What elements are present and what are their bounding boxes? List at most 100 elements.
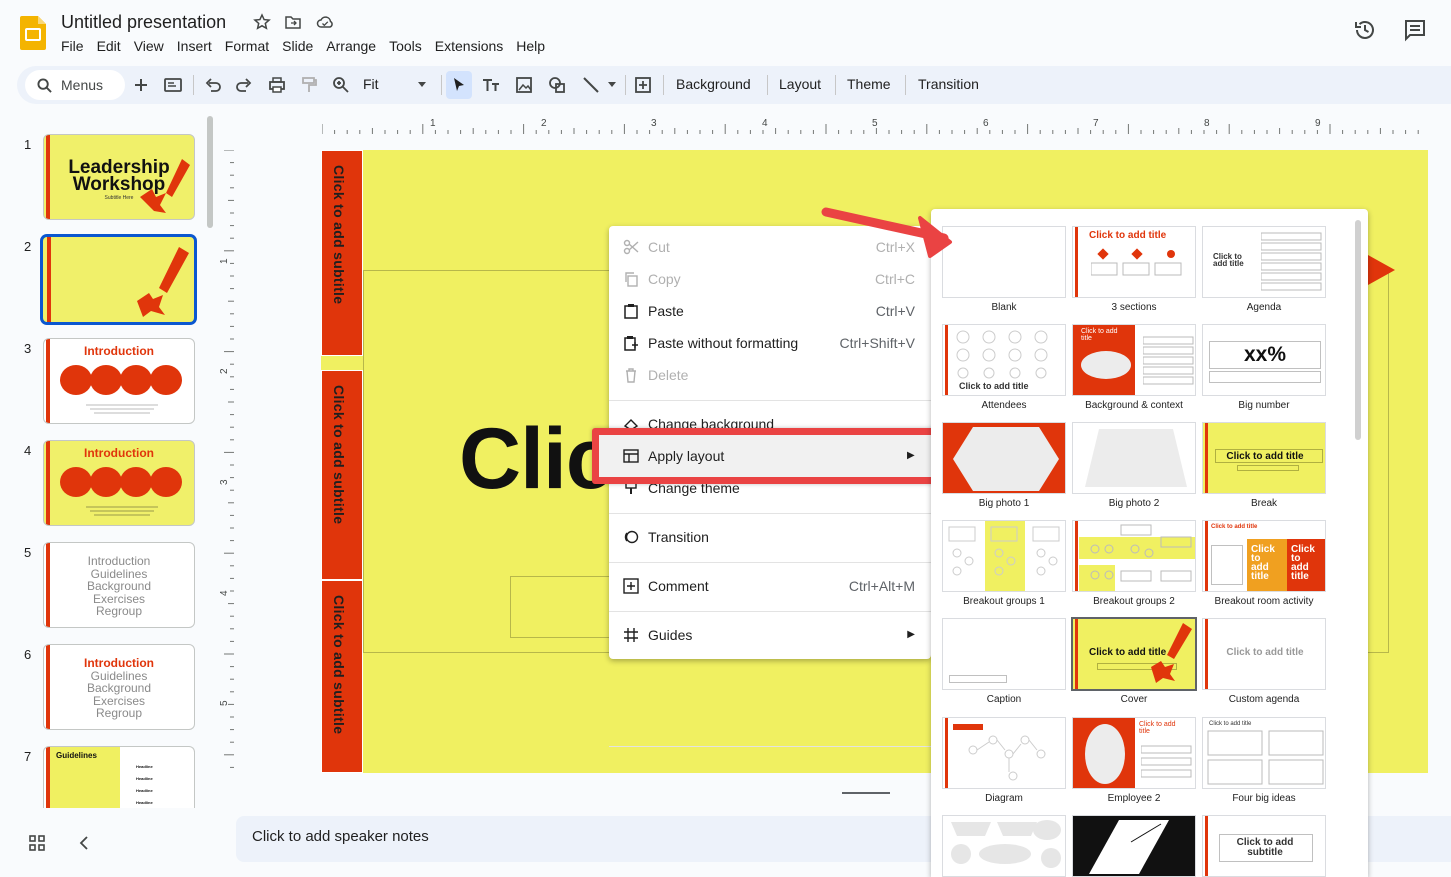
grid-view-icon[interactable] bbox=[28, 834, 46, 852]
layout-button[interactable]: Layout bbox=[779, 76, 821, 92]
menu-item-delete[interactable]: Delete bbox=[609, 359, 931, 391]
undo-icon[interactable] bbox=[203, 75, 223, 95]
insert-image-icon[interactable] bbox=[514, 75, 534, 95]
line-dropdown-icon[interactable] bbox=[605, 77, 619, 91]
layout-tile-four-big-ideas[interactable]: Click to add title bbox=[1202, 717, 1326, 789]
menu-file[interactable]: File bbox=[61, 38, 91, 54]
horizontal-ruler[interactable]: 1 2 3 4 5 6 7 8 9 bbox=[322, 116, 1428, 134]
version-history-icon[interactable] bbox=[1353, 18, 1377, 42]
slide-thumbnail-6[interactable]: Introduction Guidelines Background Exerc… bbox=[43, 644, 195, 730]
line-icon[interactable] bbox=[581, 75, 601, 95]
shape-icon[interactable] bbox=[547, 75, 567, 95]
menu-tools[interactable]: Tools bbox=[389, 38, 429, 54]
tile-box bbox=[1209, 371, 1321, 383]
layout-tile-big-photo-2[interactable] bbox=[1072, 422, 1196, 494]
slide-thumbnail-4[interactable]: Introduction bbox=[43, 440, 195, 526]
cloud-status-icon[interactable] bbox=[316, 13, 334, 31]
background-button[interactable]: Background bbox=[676, 76, 751, 92]
menu-item-comment[interactable]: Comment Ctrl+Alt+M bbox=[609, 570, 931, 602]
ruler-label: 9 bbox=[1315, 118, 1321, 129]
layout-picker-icon[interactable] bbox=[163, 75, 183, 95]
menu-item-transition[interactable]: Transition bbox=[609, 521, 931, 553]
layout-tile-diagram[interactable] bbox=[942, 717, 1066, 789]
toolbar-separator bbox=[441, 75, 442, 95]
tile-line: title bbox=[1251, 571, 1269, 582]
layout-tile-custom-agenda[interactable]: Click to add title bbox=[1202, 618, 1326, 690]
menu-arrange[interactable]: Arrange bbox=[326, 38, 383, 54]
layout-tile-partial[interactable] bbox=[942, 815, 1066, 877]
slide-thumbnail-2[interactable] bbox=[41, 235, 196, 324]
zoom-icon[interactable] bbox=[331, 75, 351, 95]
slides-logo-icon[interactable] bbox=[20, 16, 46, 50]
slide-thumbnail-7[interactable]: Guidelines Headline Headline Headline He… bbox=[43, 746, 195, 808]
layout-tile-break[interactable]: Click to add title bbox=[1202, 422, 1326, 494]
collapse-panel-icon[interactable] bbox=[76, 834, 94, 852]
zoom-dropdown-icon[interactable] bbox=[415, 77, 429, 91]
layout-tile-big-number[interactable]: xx% bbox=[1202, 324, 1326, 396]
slide-thumbnail-3[interactable]: Introduction bbox=[43, 338, 195, 424]
tile-box bbox=[1211, 545, 1243, 585]
menu-format[interactable]: Format bbox=[225, 38, 276, 54]
layout-submenu-scrollbar[interactable] bbox=[1355, 220, 1361, 440]
transition-button[interactable]: Transition bbox=[918, 76, 979, 92]
subtitle-placeholder[interactable]: Click to add subtitle bbox=[321, 580, 363, 773]
layout-tile-attendees[interactable]: Click to add title bbox=[942, 324, 1066, 396]
menu-item-cut[interactable]: Cut Ctrl+X bbox=[609, 231, 931, 263]
text-box-icon[interactable] bbox=[481, 75, 501, 95]
slide-thumbnail-5[interactable]: Introduction Guidelines Background Exerc… bbox=[43, 542, 195, 628]
menu-slide[interactable]: Slide bbox=[282, 38, 320, 54]
menu-separator bbox=[609, 611, 931, 612]
layout-tile-employee-2[interactable]: Click to add title bbox=[1072, 717, 1196, 789]
comments-icon[interactable] bbox=[1403, 18, 1427, 42]
toolbar-separator bbox=[905, 75, 906, 95]
filmstrip-scrollbar[interactable] bbox=[207, 116, 213, 228]
paint-format-icon[interactable] bbox=[299, 75, 319, 95]
menu-item-guides[interactable]: Guides ▶ bbox=[609, 619, 931, 651]
layout-tile-partial[interactable]: Click to add subtitle bbox=[1202, 815, 1326, 877]
layout-tile-cover[interactable]: Click to add title bbox=[1071, 617, 1197, 691]
redo-icon[interactable] bbox=[234, 75, 254, 95]
layout-name: Background & context bbox=[1085, 400, 1183, 411]
vertical-ruler[interactable]: 1 2 3 4 5 bbox=[216, 150, 234, 774]
slide-thumbnail-1[interactable]: Leadership Workshop Subtitle Here bbox=[43, 134, 195, 220]
layout-tile-partial[interactable] bbox=[1072, 815, 1196, 877]
menu-item-paste[interactable]: Paste Ctrl+V bbox=[609, 295, 931, 327]
new-slide-icon[interactable] bbox=[131, 75, 151, 95]
comment-add-icon bbox=[623, 578, 639, 594]
layout-tile-blank[interactable] bbox=[942, 226, 1066, 298]
menu-item-copy[interactable]: Copy Ctrl+C bbox=[609, 263, 931, 295]
subtitle-placeholder[interactable]: Click to add subtitle bbox=[321, 370, 363, 580]
menu-extensions[interactable]: Extensions bbox=[435, 38, 510, 54]
search-menus-button[interactable]: Menus bbox=[25, 70, 125, 100]
menu-help[interactable]: Help bbox=[516, 38, 552, 54]
layout-tile-breakout-groups-1[interactable] bbox=[942, 520, 1066, 592]
menu-item-paste-without-formatting[interactable]: Paste without formatting Ctrl+Shift+V bbox=[609, 327, 931, 359]
tile-hexagon bbox=[953, 427, 1059, 491]
subtitle-placeholder[interactable]: Click to add subtitle bbox=[321, 150, 363, 356]
tile-title: Click to add title bbox=[1081, 328, 1118, 342]
layout-tile-big-photo-1[interactable] bbox=[942, 422, 1066, 494]
layout-tile-caption[interactable] bbox=[942, 618, 1066, 690]
slide-number: 6 bbox=[24, 647, 32, 662]
layout-tile-breakout-room-activity[interactable]: Click to add title Click to add title Click… bbox=[1202, 520, 1326, 592]
notes-resize-handle[interactable] bbox=[842, 792, 890, 794]
subtitle-text: Click to add subtitle bbox=[331, 165, 347, 305]
add-comment-icon[interactable] bbox=[633, 75, 653, 95]
slide-title-text[interactable]: Clic bbox=[459, 410, 614, 509]
menu-view[interactable]: View bbox=[134, 38, 171, 54]
layout-tile-background-context[interactable]: Click to add title bbox=[1072, 324, 1196, 396]
star-icon[interactable] bbox=[253, 13, 271, 31]
toolbar-separator bbox=[193, 75, 194, 95]
move-folder-icon[interactable] bbox=[284, 13, 302, 31]
slide-number: 7 bbox=[24, 749, 32, 764]
select-cursor-icon[interactable] bbox=[449, 75, 469, 95]
zoom-select[interactable]: Fit bbox=[363, 76, 379, 92]
menu-insert[interactable]: Insert bbox=[177, 38, 219, 54]
menu-edit[interactable]: Edit bbox=[97, 38, 128, 54]
presentation-title[interactable]: Untitled presentation bbox=[61, 12, 226, 33]
layout-tile-agenda[interactable]: Click to add title bbox=[1202, 226, 1326, 298]
theme-button[interactable]: Theme bbox=[847, 76, 891, 92]
layout-tile-3-sections[interactable]: Click to add title bbox=[1072, 226, 1196, 298]
layout-tile-breakout-groups-2[interactable] bbox=[1072, 520, 1196, 592]
print-icon[interactable] bbox=[267, 75, 287, 95]
